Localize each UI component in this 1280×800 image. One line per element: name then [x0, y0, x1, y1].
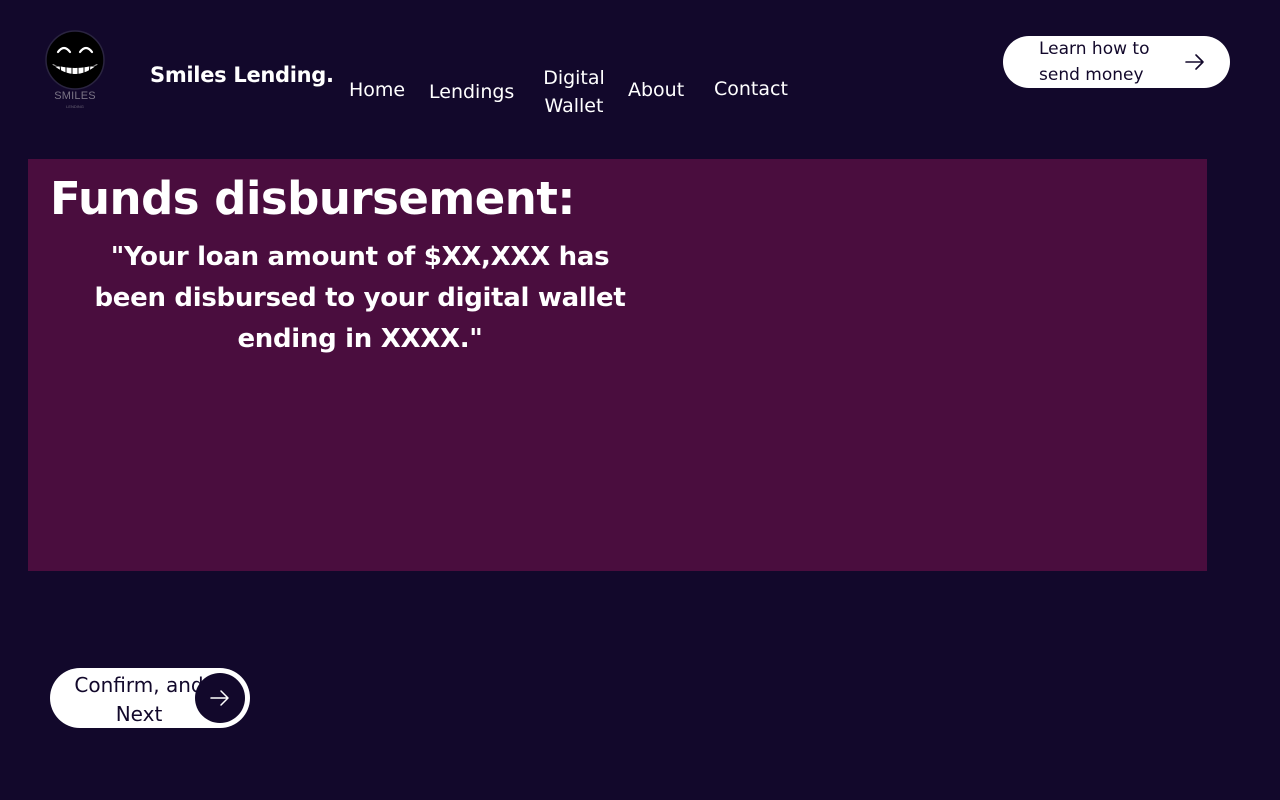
learn-button-label: Learn how to send money: [1039, 39, 1150, 85]
grinning-face-icon: [45, 30, 105, 90]
confirm-button-label: Confirm, and Next: [74, 673, 204, 726]
page: SMILES LENDING Smiles Lending. Home Lend…: [0, 0, 1280, 800]
learn-send-money-button[interactable]: Learn how to send money: [1003, 36, 1230, 88]
panel-heading: Funds disbursement:: [50, 172, 575, 225]
arrow-right-icon: [210, 690, 229, 706]
brand-name[interactable]: Smiles Lending.: [150, 63, 334, 87]
logo[interactable]: SMILES LENDING: [40, 28, 110, 112]
arrow-right-icon: [1185, 54, 1204, 70]
disbursement-panel: Funds disbursement: "Your loan amount of…: [28, 159, 1207, 571]
nav-home[interactable]: Home: [349, 76, 405, 104]
logo-subtext: LENDING: [66, 104, 84, 109]
logo-text: SMILES: [54, 90, 96, 102]
nav-about[interactable]: About: [628, 76, 684, 104]
nav-contact[interactable]: Contact: [714, 75, 788, 103]
confirm-next-button[interactable]: Confirm, and Next: [50, 668, 250, 728]
disbursement-message: "Your loan amount of $XX,XXX has been di…: [94, 242, 626, 354]
nav-digital-wallet[interactable]: Digital Wallet: [536, 64, 612, 120]
nav-lendings[interactable]: Lendings: [429, 78, 514, 106]
confirm-arrow-circle: [195, 673, 245, 723]
